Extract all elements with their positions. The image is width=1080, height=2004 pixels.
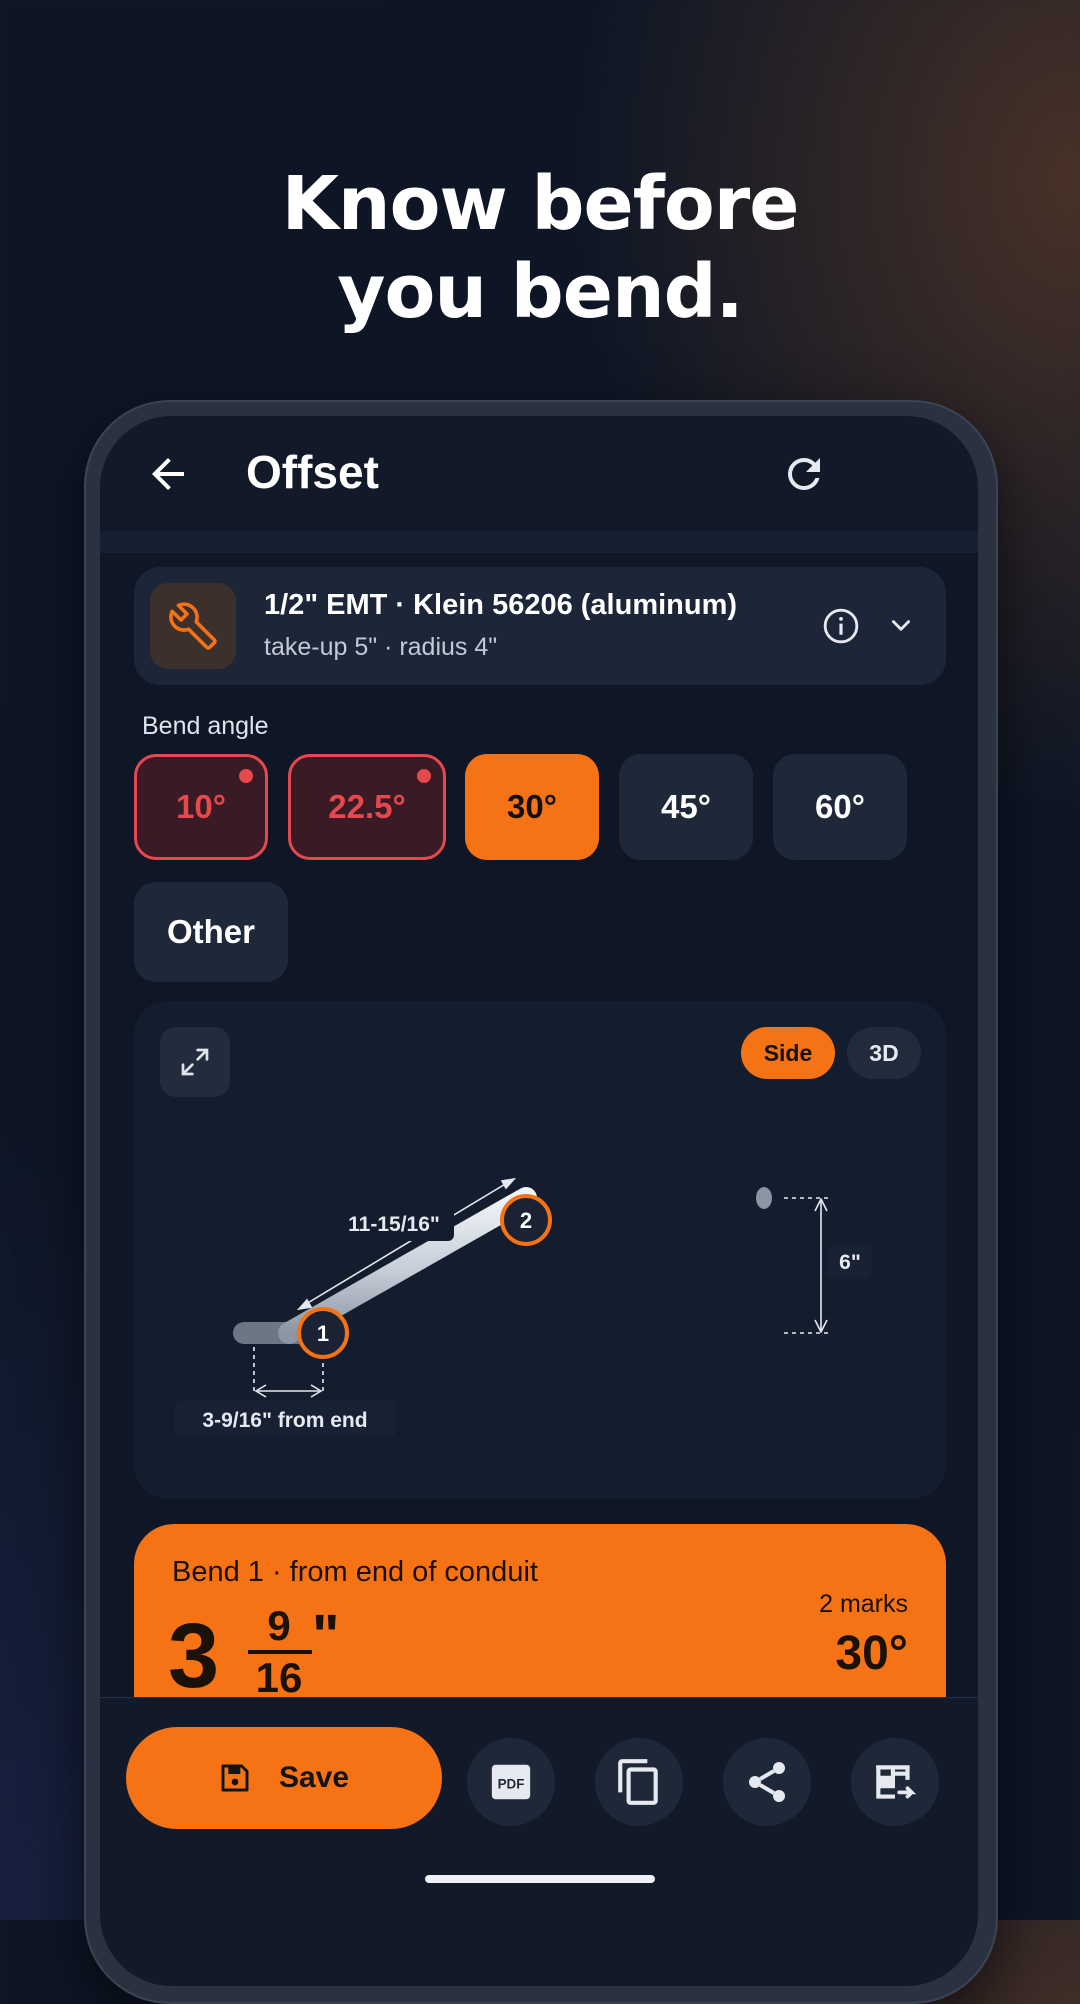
- conduit-offset-diagram: 11-15/16" 6" 3-9/16" from end 1 2: [174, 1177, 872, 1437]
- copy-button[interactable]: [595, 1738, 683, 1826]
- bend-1-marker: 1: [297, 1307, 349, 1359]
- between-bends-label: 11-15/16": [348, 1213, 440, 1236]
- offset-depth-dimension: [784, 1197, 830, 1334]
- angle-chip-22-5[interactable]: 22.5°: [288, 754, 446, 860]
- export-pdf-button[interactable]: PDF: [467, 1738, 555, 1826]
- page-title: Offset: [246, 446, 379, 498]
- headline-line-1: Know before: [281, 161, 800, 247]
- chevron-down-icon: [892, 620, 910, 631]
- angle-chip-label: 10°: [176, 788, 226, 825]
- copy-icon: [618, 1759, 658, 1805]
- headline: Know before you bend.: [0, 160, 1080, 336]
- angle-chip-10[interactable]: 10°: [134, 754, 268, 860]
- conduit-title: 1/2" EMT · Klein 56206 (aluminum): [264, 589, 738, 621]
- bend-2-marker: 2: [500, 1194, 552, 1246]
- share-icon: [749, 1762, 785, 1802]
- conduit-selector[interactable]: 1/2" EMT · Klein 56206 (aluminum) take-u…: [134, 567, 946, 685]
- bend-angle-label: Bend angle: [142, 712, 269, 740]
- share-button[interactable]: [723, 1738, 811, 1826]
- app-screen: Offset 1/2" EMT · Klein 56206 (aluminum)…: [100, 416, 978, 1986]
- marks-count: 2 marks: [819, 1590, 908, 1618]
- angle-chip-label: 30°: [507, 788, 557, 825]
- refresh-icon: [787, 457, 820, 490]
- offset-depth-label: 6": [839, 1251, 861, 1274]
- save-icon: [221, 1764, 249, 1792]
- expand-conduit-button[interactable]: [886, 613, 916, 639]
- angle-chip-45[interactable]: 45°: [619, 754, 753, 860]
- angle-chip-label: 60°: [815, 788, 865, 825]
- angle-chip-label: Other: [166, 913, 255, 950]
- warning-dot: [239, 769, 253, 783]
- tool-badge: [150, 583, 236, 669]
- wrench-icon: [169, 602, 217, 650]
- table-export-icon: [876, 1765, 917, 1799]
- angle-chip-60[interactable]: 60°: [773, 754, 907, 860]
- arrow-left-icon: [152, 458, 184, 490]
- angle-chip-30[interactable]: 30°: [465, 754, 599, 860]
- bottom-action-bar: Save PDF: [100, 1697, 978, 1986]
- reset-button[interactable]: [780, 450, 828, 498]
- save-label: Save: [278, 1761, 350, 1794]
- inch-mark: ": [312, 1603, 340, 1668]
- headline-line-2: you bend.: [337, 249, 743, 335]
- from-end-label: 3-9/16" from end: [202, 1409, 367, 1432]
- info-button[interactable]: [822, 607, 860, 645]
- app-bar: [100, 416, 978, 531]
- pdf-icon: PDF: [491, 1764, 531, 1800]
- bend-diagram-card: Side 3D 11-15/16" 6" 3-9/16" from end 1 …: [134, 1001, 946, 1499]
- warning-dot: [417, 769, 431, 783]
- angle-chip-label: 22.5°: [328, 788, 406, 825]
- angle-chip-other[interactable]: Other: [134, 882, 288, 982]
- between-bends-dimension: [296, 1177, 517, 1311]
- result-denominator: 16: [255, 1654, 303, 1701]
- home-indicator[interactable]: [425, 1875, 655, 1883]
- svg-text:2: 2: [520, 1208, 532, 1233]
- app-bar-divider: [100, 531, 978, 553]
- info-icon: [823, 608, 859, 644]
- svg-text:1: 1: [317, 1321, 329, 1346]
- table-export-button[interactable]: [851, 1738, 939, 1826]
- result-numerator: 9: [267, 1602, 291, 1649]
- back-button[interactable]: [144, 450, 192, 498]
- save-button[interactable]: Save: [126, 1727, 442, 1829]
- result-whole-inches: 3: [168, 1605, 220, 1707]
- angle-chip-label: 45°: [661, 788, 711, 825]
- conduit-subtitle: take-up 5" · radius 4": [264, 633, 498, 661]
- svg-text:PDF: PDF: [498, 1777, 525, 1792]
- result-angle: 30°: [835, 1627, 908, 1680]
- result-label: Bend 1 · from end of conduit: [172, 1556, 538, 1588]
